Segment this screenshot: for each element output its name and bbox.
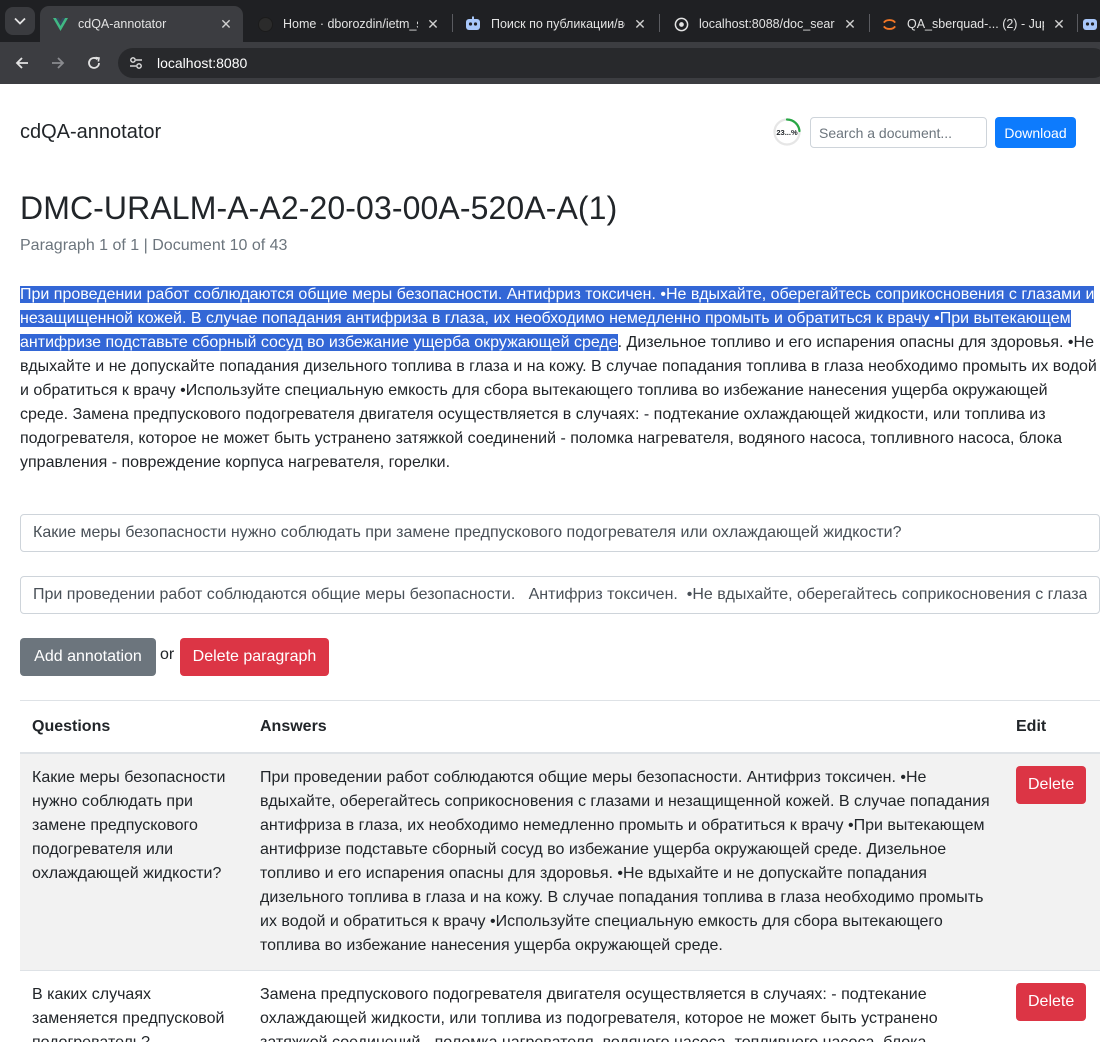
tab-doc-search[interactable]: localhost:8088/doc_search ✕: [661, 6, 867, 42]
header-answers: Answers: [248, 700, 1004, 754]
answer-input[interactable]: [20, 576, 1100, 614]
tab-publication-search[interactable]: Поиск по публикации/вс ✕: [453, 6, 657, 42]
download-button[interactable]: Download: [995, 117, 1076, 148]
reload-icon: [88, 56, 100, 69]
table-row: Какие меры безопасности нужно соблюдать …: [20, 752, 1100, 971]
robot-icon: [465, 16, 481, 32]
arrow-right-icon: [52, 57, 65, 69]
close-icon[interactable]: ✕: [426, 17, 440, 31]
add-annotation-button[interactable]: Add annotation: [20, 638, 156, 676]
tab-title: Home · dborozdin/ietm_su: [283, 17, 418, 31]
tab-github-home[interactable]: Home · dborozdin/ietm_su ✕: [245, 6, 450, 42]
robot-icon: [1082, 16, 1098, 32]
edit-cell: Delete: [1004, 970, 1100, 1042]
vue-logo-icon: [52, 16, 68, 32]
site-info-icon[interactable]: [124, 52, 148, 74]
delete-paragraph-button[interactable]: Delete paragraph: [180, 638, 329, 676]
annotations-table: Questions Answers Edit Какие меры безопа…: [20, 700, 1100, 1042]
close-icon[interactable]: ✕: [843, 17, 857, 31]
table-header-row: Questions Answers Edit: [20, 700, 1100, 754]
tab-title: cdQA-annotator: [78, 17, 167, 31]
table-row: В каких случаях заменяется предпусковой …: [20, 970, 1100, 1042]
address-bar[interactable]: [118, 48, 1100, 78]
delete-row-button[interactable]: Delete: [1016, 983, 1087, 1021]
close-icon[interactable]: ✕: [219, 17, 233, 31]
close-icon[interactable]: ✕: [1052, 17, 1066, 31]
tab-cdqa-annotator[interactable]: cdQA-annotator ✕: [40, 6, 243, 42]
or-label: or: [160, 646, 175, 663]
edit-cell: Delete: [1004, 752, 1100, 971]
tab-jupyter[interactable]: QA_sberquad-... (2) - Jupy ✕: [869, 6, 1076, 42]
tab-title: QA_sberquad-... (2) - Jupy: [907, 17, 1044, 31]
tab-separator: [659, 14, 660, 32]
back-button[interactable]: [9, 51, 35, 75]
globe-icon: [673, 16, 689, 32]
reload-button[interactable]: [81, 51, 107, 75]
github-icon: [257, 16, 273, 32]
tab-title: Поиск по публикации/вс: [491, 17, 625, 31]
arrow-left-icon: [15, 57, 28, 69]
paragraph-text: При проведении работ соблюдаются общие м…: [20, 283, 1100, 475]
question-input[interactable]: [20, 514, 1100, 552]
delete-row-button[interactable]: Delete: [1016, 766, 1087, 804]
tab-overflow[interactable]: [1078, 6, 1100, 42]
jupyter-icon: [881, 16, 897, 32]
header-edit: Edit: [1004, 700, 1100, 754]
answer-cell: При проведении работ соблюдаются общие м…: [248, 752, 1004, 971]
search-input[interactable]: [810, 117, 987, 148]
close-icon[interactable]: ✕: [633, 17, 647, 31]
browser-tabstrip: cdQA-annotator ✕ Home · dborozdin/ietm_s…: [0, 0, 1100, 42]
answer-cell: Замена предпускового подогревателя двига…: [248, 970, 1004, 1042]
navbar-brand[interactable]: cdQA-annotator: [20, 121, 161, 144]
forward-button[interactable]: [45, 51, 71, 75]
progress-label: 23...%: [776, 127, 798, 137]
paragraph-rest: . Дизельное топливо и его испарения опас…: [20, 334, 1097, 471]
header-questions: Questions: [20, 700, 248, 754]
chevron-down-icon: [14, 17, 26, 25]
question-cell: В каких случаях заменяется предпусковой …: [20, 970, 248, 1042]
document-title: DMC-URALM-A-A2-20-03-00A-520A-A(1): [20, 190, 618, 226]
url-text[interactable]: localhost:8080: [157, 55, 247, 71]
tab-title: localhost:8088/doc_search: [699, 17, 835, 31]
tab-search-button[interactable]: [5, 7, 35, 35]
document-subtitle: Paragraph 1 of 1 | Document 10 of 43: [20, 237, 288, 254]
question-cell: Какие меры безопасности нужно соблюдать …: [20, 752, 248, 971]
